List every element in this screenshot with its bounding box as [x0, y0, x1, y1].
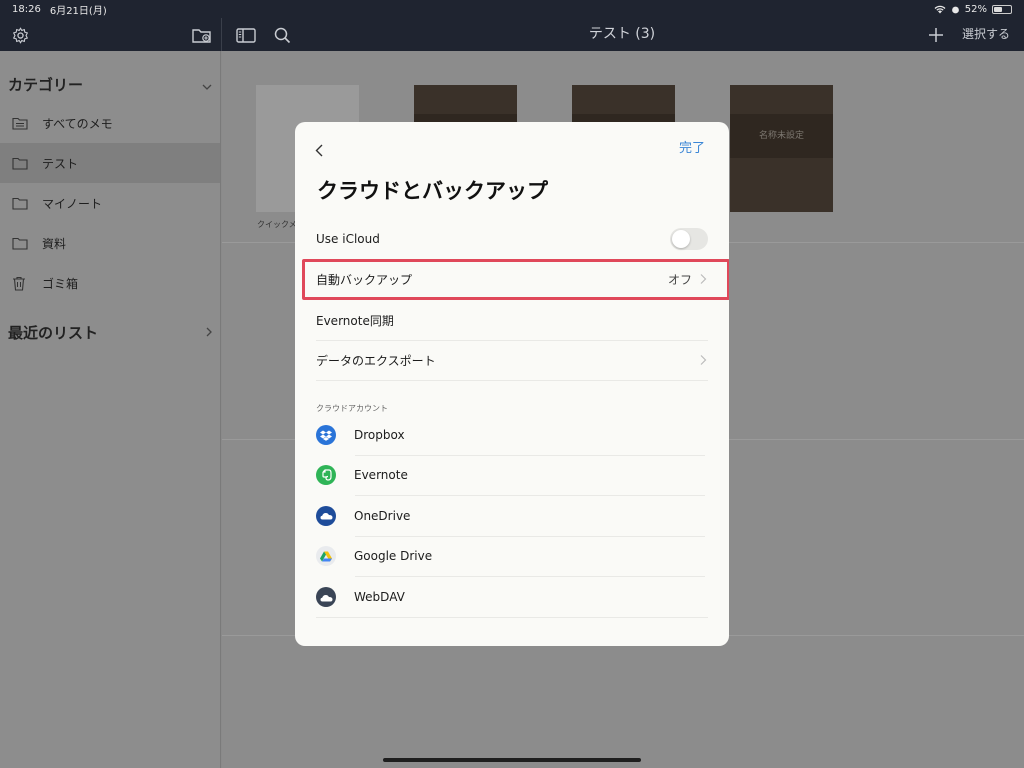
new-folder-icon[interactable] [192, 25, 212, 45]
trash-icon [12, 275, 30, 291]
folder-icon [12, 235, 30, 251]
settings-gear-icon[interactable] [10, 25, 30, 45]
export-data-label: データのエクスポート [316, 353, 436, 368]
sidebar-item-label: テスト [42, 156, 79, 171]
sidebar: カテゴリー すべてのメモ テスト マイノート 資料 ゴミ箱 最近のリスト [0, 51, 221, 768]
account-name: Google Drive [354, 549, 433, 563]
notes-folder-icon [12, 115, 30, 131]
sidebar-item-test[interactable]: テスト [0, 143, 220, 183]
dropbox-icon [316, 425, 336, 445]
account-name: Evernote [354, 468, 408, 482]
sidebar-item-my-notes[interactable]: マイノート [0, 183, 220, 223]
sidebar-item-label: マイノート [42, 196, 103, 211]
done-button[interactable]: 完了 [679, 137, 705, 156]
account-webdav[interactable]: WebDAV [316, 577, 706, 617]
account-google-drive[interactable]: Google Drive [316, 536, 706, 576]
wifi-icon [934, 5, 946, 13]
sidebar-toggle-icon[interactable] [236, 25, 256, 45]
evernote-sync-label: Evernote同期 [316, 313, 394, 328]
status-date: 6月21日(月) [49, 5, 107, 17]
google-drive-icon [316, 546, 336, 566]
recent-list-title: 最近のリスト [8, 323, 99, 342]
categories-header[interactable]: カテゴリー [0, 51, 220, 103]
account-name: Dropbox [354, 428, 405, 442]
chevron-right-icon [206, 327, 212, 337]
evernote-sync-row[interactable]: Evernote同期 [316, 300, 708, 340]
evernote-icon [316, 465, 336, 485]
account-evernote[interactable]: Evernote [316, 455, 706, 495]
webdav-icon [316, 587, 336, 607]
highlight-frame [302, 259, 729, 300]
home-indicator[interactable] [383, 758, 641, 762]
icloud-label: Use iCloud [316, 232, 380, 246]
onedrive-icon [316, 506, 336, 526]
select-button[interactable]: 選択する [962, 18, 1010, 51]
folder-icon [12, 155, 30, 171]
account-name: OneDrive [354, 509, 411, 523]
note-title: 名称未設定 [730, 114, 833, 158]
sidebar-item-label: 資料 [42, 236, 67, 251]
categories-title: カテゴリー [8, 76, 84, 94]
battery-fill [994, 6, 1003, 12]
sidebar-item-all-notes[interactable]: すべてのメモ [0, 103, 220, 143]
back-button[interactable] [315, 140, 335, 160]
icloud-row: Use iCloud [316, 219, 708, 259]
status-bar: 18:26 6月21日(月) 52% [0, 0, 1024, 18]
sidebar-item-trash[interactable]: ゴミ箱 [0, 263, 220, 303]
note-title: クイックメ [257, 220, 297, 229]
note-thumbnail[interactable]: 名称未設定 [730, 85, 833, 212]
account-name: WebDAV [354, 590, 405, 604]
row-separator [316, 380, 708, 381]
search-icon[interactable] [272, 25, 292, 45]
chevron-left-icon [315, 144, 323, 156]
top-nav-bar: テスト (3) 選択する [0, 18, 1024, 51]
sidebar-item-label: すべてのメモ [42, 116, 113, 131]
status-time: 18:26 [12, 3, 41, 15]
toggle-knob [672, 230, 690, 248]
nav-divider [221, 18, 222, 51]
modal-title: クラウドとバックアップ [317, 179, 548, 203]
folder-icon [12, 195, 30, 211]
sidebar-item-label: ゴミ箱 [42, 276, 79, 291]
chevron-right-icon [700, 355, 707, 365]
chevron-down-icon [202, 84, 212, 90]
account-onedrive[interactable]: OneDrive [316, 496, 706, 536]
export-data-row[interactable]: データのエクスポート [316, 340, 708, 380]
sidebar-item-materials[interactable]: 資料 [0, 223, 220, 263]
icloud-toggle[interactable] [670, 228, 708, 250]
cloud-accounts-header: クラウドアカウント [316, 404, 388, 413]
battery-percent: 52% [964, 3, 987, 15]
battery-icon [992, 4, 1012, 14]
row-separator [316, 617, 708, 618]
nav-title: テスト (3) [588, 26, 656, 42]
alarm-icon [951, 6, 959, 13]
recent-list-header[interactable]: 最近のリスト [0, 311, 220, 353]
account-dropbox[interactable]: Dropbox [316, 415, 706, 455]
cloud-backup-modal: 完了 クラウドとバックアップ Use iCloud 自動バックアップ オフ Ev… [295, 122, 729, 646]
add-icon[interactable] [926, 25, 946, 45]
